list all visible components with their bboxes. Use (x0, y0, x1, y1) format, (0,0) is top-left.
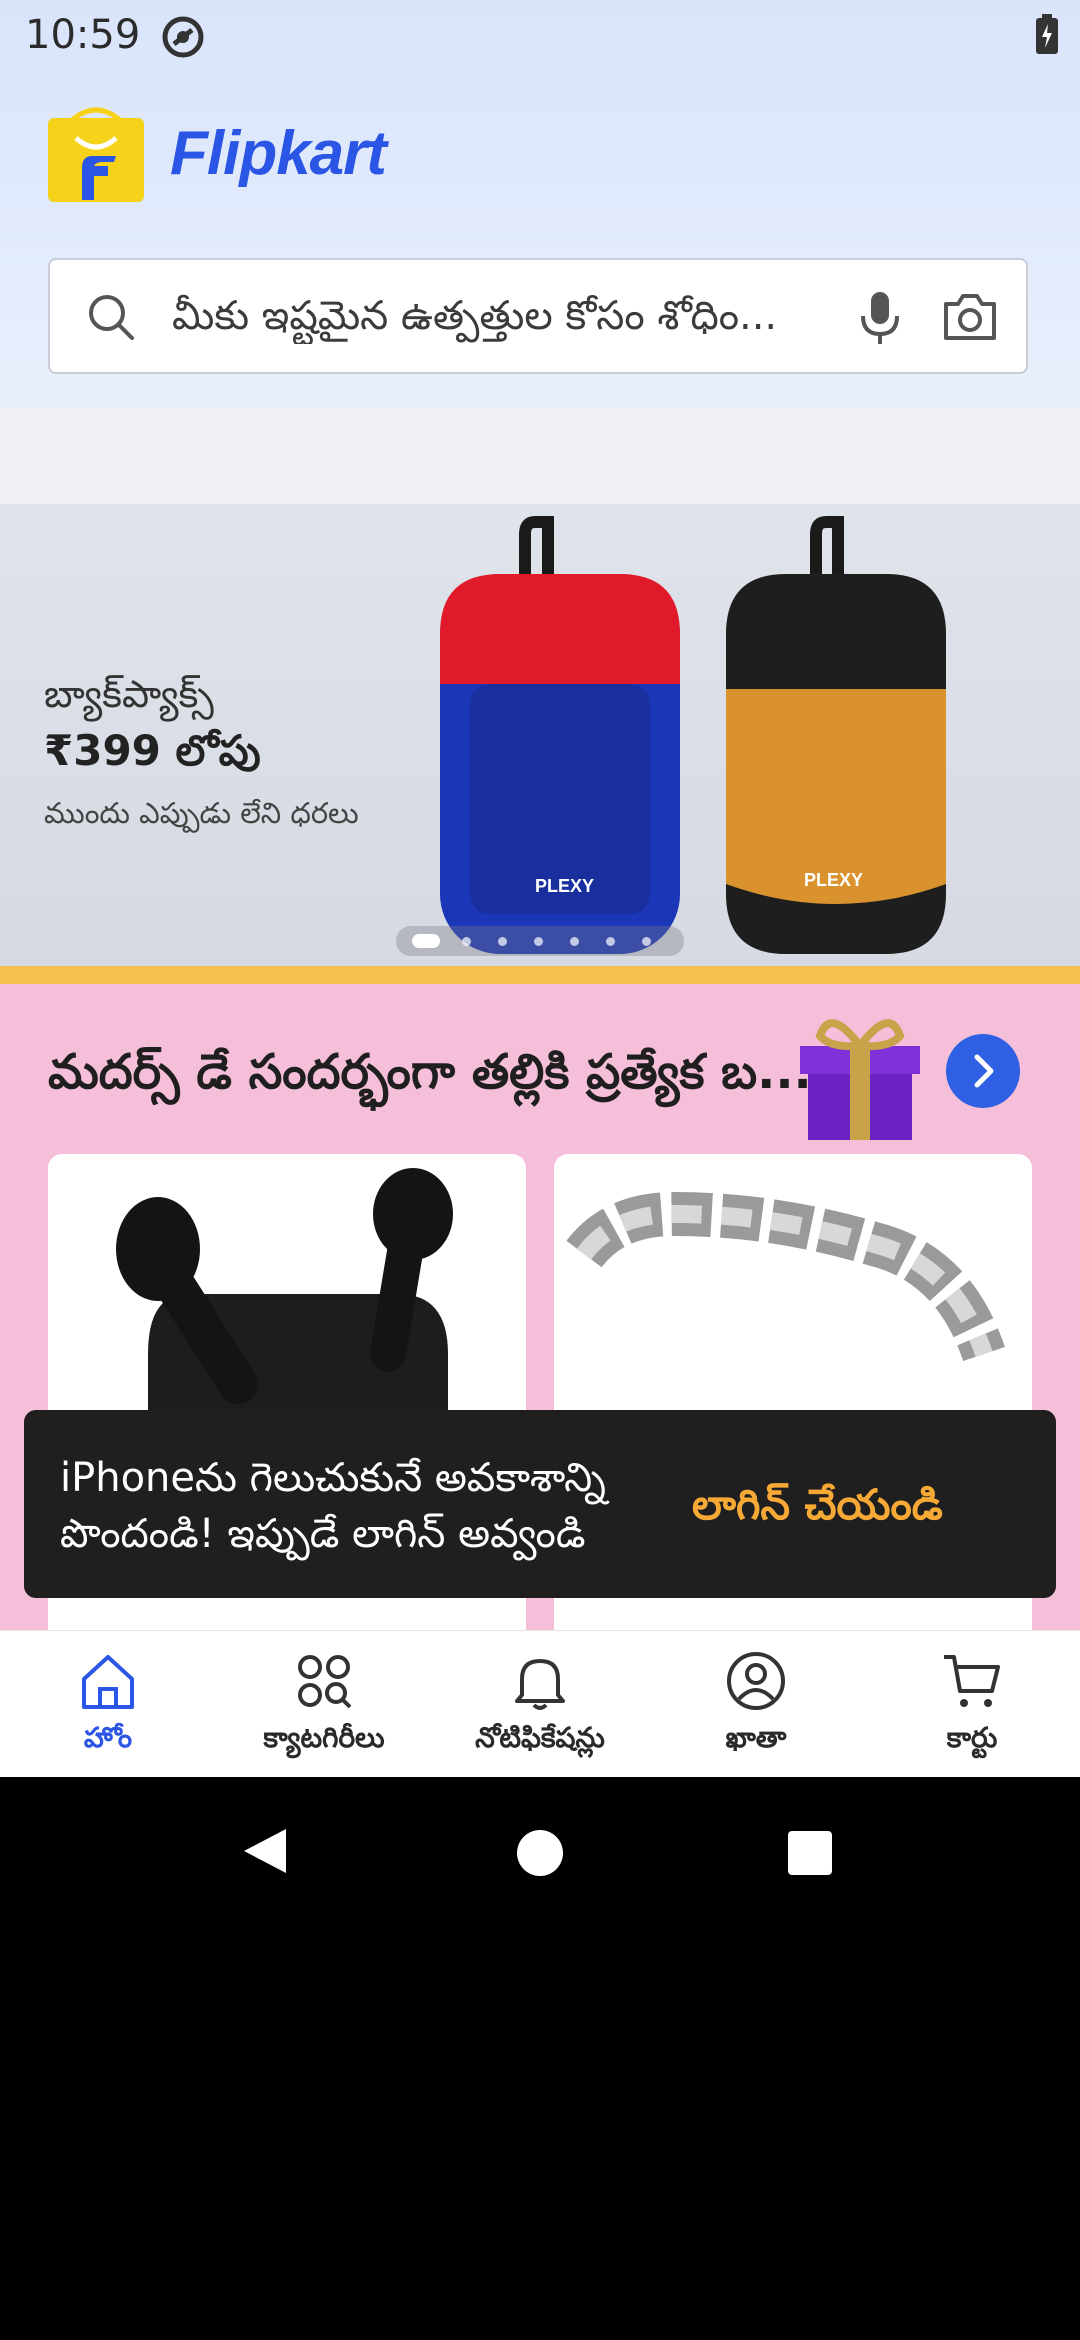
bag-brand-label: PLEXY (535, 876, 594, 896)
home-button-icon[interactable] (516, 1829, 564, 1877)
carousel-dot (606, 937, 615, 946)
backpack-blue-image: PLEXY (440, 516, 680, 954)
login-snackbar: iPhoneను గెలుచుకునే అవకాశాన్ని పొందండి! … (24, 1410, 1056, 1598)
promo-next-button[interactable] (946, 1034, 1020, 1108)
search-input[interactable] (172, 288, 872, 344)
nav-home[interactable]: హోం (0, 1631, 216, 1777)
banner-decoration (0, 966, 1080, 984)
carousel-dot (642, 937, 651, 946)
camera-icon[interactable] (938, 286, 1002, 354)
carousel-dot (534, 937, 543, 946)
header: 10:59 Flipkart (0, 0, 1080, 408)
nav-account[interactable]: ఖాతా (648, 1631, 864, 1777)
spacer (0, 408, 1080, 504)
app-screen: 10:59 Flipkart మీకు ఇష్టమైన ఉత్పత్తుల కో… (0, 0, 1080, 1777)
nav-label: కార్టు (946, 1721, 998, 1754)
nav-label: క్యాటగిరీలు (263, 1721, 385, 1754)
carousel-indicator (396, 926, 684, 956)
bag-brand-label-2: PLEXY (804, 870, 863, 890)
chevron-right-icon (974, 1054, 994, 1088)
banner-title: బ్యాక్‌ప్యాక్స్ (44, 672, 214, 716)
bracelet-image (566, 1191, 1005, 1362)
nav-categories[interactable]: క్యాటగిరీలు (216, 1631, 432, 1777)
brand-wordmark: Flipkart (170, 119, 387, 188)
login-button[interactable]: లాగిన్ చేయండి (692, 1480, 943, 1540)
home-icon (82, 1655, 134, 1709)
system-navigation-bar (0, 1777, 1080, 1917)
nav-label: ఖాతా (725, 1721, 787, 1754)
search-bar[interactable] (48, 258, 1028, 374)
snackbar-message: iPhoneను గెలుచుకునే అవకాశాన్ని పొందండి! … (60, 1455, 606, 1557)
flipkart-logo[interactable] (46, 104, 146, 208)
nav-cart[interactable]: కార్టు (864, 1631, 1080, 1777)
nav-label: నోటిఫికేషన్లు (475, 1721, 605, 1754)
status-time: 10:59 (25, 12, 141, 58)
carousel-dot (570, 937, 579, 946)
banner-price: ₹399 లోపు (44, 726, 261, 775)
cart-icon (944, 1655, 1000, 1707)
status-bar: 10:59 (0, 0, 1080, 72)
mic-icon[interactable] (850, 286, 910, 354)
bottom-navigation: హోం క్యాటగిరీలు నోటిఫికేషన్లు ఖాతా కార్ట… (0, 1630, 1080, 1777)
banner-carousel[interactable]: బ్యాక్‌ప్యాక్స్ ₹399 లోపు ముందు ఎప్పుడు … (0, 504, 1080, 984)
bell-icon (515, 1659, 565, 1710)
account-icon (727, 1652, 785, 1710)
gift-box-icon (800, 1019, 920, 1140)
search-icon (84, 290, 138, 348)
data-saver-icon (160, 14, 206, 64)
banner-subtitle: ముందు ఎప్పుడు లేని ధరలు (44, 796, 359, 830)
back-icon[interactable] (240, 1825, 290, 1877)
recents-icon[interactable] (786, 1829, 834, 1877)
carousel-dot (462, 937, 471, 946)
battery-icon (1034, 14, 1060, 60)
nav-notifications[interactable]: నోటిఫికేషన్లు (432, 1631, 648, 1777)
promo-title: మదర్స్ డే సందర్భంగా తల్లికి ప్రత్యేక బ..… (48, 1044, 812, 1100)
carousel-dot (498, 937, 507, 946)
carousel-dot-active (412, 934, 440, 948)
nav-label: హోం (83, 1721, 133, 1754)
backpack-orange-image: PLEXY (726, 516, 946, 954)
categories-icon (298, 1655, 352, 1709)
earbuds-image (116, 1168, 453, 1454)
